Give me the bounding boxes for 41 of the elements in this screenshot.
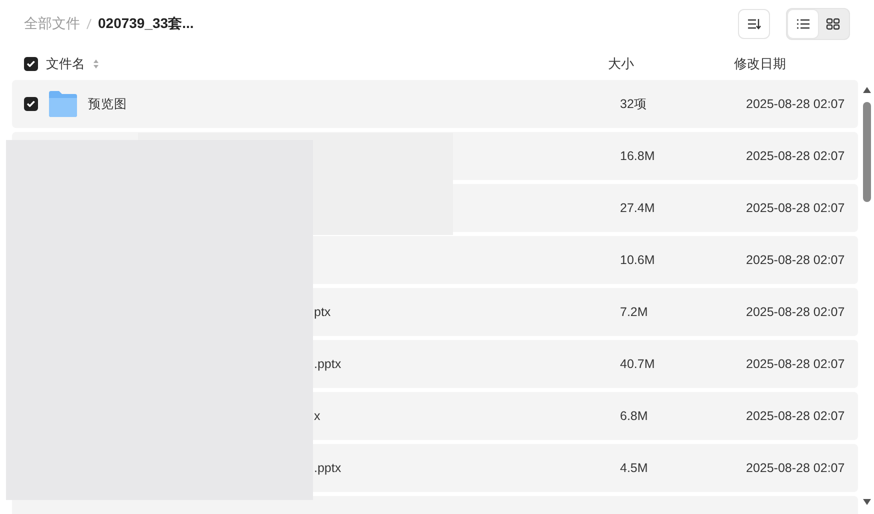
column-header[interactable]: 大小 [608, 55, 734, 73]
scrollbar[interactable] [862, 86, 872, 506]
date-cell-text: 2025-08-28 02:07 [746, 253, 846, 267]
date-cell-text: 2025-08-28 02:07 [746, 97, 846, 111]
row-checkbox[interactable] [24, 97, 38, 111]
check-icon [27, 101, 35, 107]
check-icon [27, 61, 35, 67]
scroll-up-icon[interactable] [862, 86, 872, 94]
list-view-button[interactable] [788, 10, 818, 38]
date-cell-text: 2025-08-28 02:07 [746, 201, 846, 215]
grid-icon [826, 18, 840, 30]
date-cell-text: 2025-08-28 02:07 [746, 305, 846, 319]
list-icon [796, 18, 810, 30]
file-name[interactable]: 预览图 [88, 96, 127, 112]
sort-icon [747, 18, 761, 30]
size-cell-text: 6.8M [620, 409, 649, 423]
column-header[interactable]: 文件名 [46, 55, 85, 73]
size-cell-text: 16.8M [620, 149, 656, 163]
file-name[interactable]: ptx [314, 305, 331, 319]
date-cell-text: 2025-08-28 02:07 [746, 357, 846, 371]
file-name[interactable]: x [314, 409, 320, 423]
size-cell-text: 7.2M [620, 305, 649, 319]
size-cell-text: 4.5M [620, 461, 649, 475]
file-row[interactable]: 预览图 32项 2025-08-28 02:07 [12, 80, 858, 128]
file-name[interactable]: .pptx [314, 357, 342, 371]
date-cell-text: 2025-08-28 02:07 [746, 149, 846, 163]
size-cell-text: 40.7M [620, 357, 656, 371]
scroll-down-icon[interactable] [862, 498, 872, 506]
size-cell-text: 32项 [620, 96, 648, 112]
slash-icon [86, 18, 92, 30]
sort-button[interactable] [738, 9, 770, 39]
size-cell-text: 27.4M [620, 201, 656, 215]
folder-icon [48, 90, 78, 118]
select-all-checkbox[interactable] [24, 57, 38, 71]
date-cell-text: 2025-08-28 02:07 [746, 409, 846, 423]
scrollbar-thumb[interactable] [863, 102, 871, 202]
size-cell-text: 10.6M [620, 253, 656, 267]
column-header[interactable]: 修改日期 [734, 55, 874, 73]
breadcrumb-item[interactable]: 020739_33套... [98, 15, 194, 33]
file-name[interactable]: .pptx [314, 461, 342, 475]
date-cell-text: 2025-08-28 02:07 [746, 461, 846, 475]
